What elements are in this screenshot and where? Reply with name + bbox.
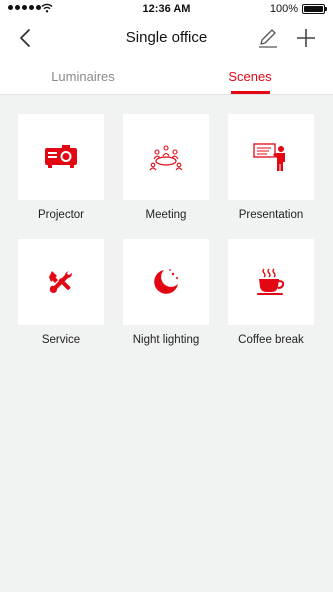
scene-label-meeting: Meeting [145, 209, 187, 221]
service-tools-icon [49, 271, 72, 293]
tab-selected-indicator [231, 91, 270, 94]
meeting-icon [149, 145, 183, 171]
projector-icon [45, 145, 77, 168]
tab-bar: Luminaires Scenes [0, 62, 333, 95]
tab-scenes[interactable]: Scenes [190, 69, 310, 84]
edit-pencil-icon[interactable] [256, 26, 280, 50]
battery-icon [302, 4, 327, 14]
coffee-cup-icon [257, 268, 285, 295]
scene-tile-meeting[interactable] [123, 114, 209, 200]
scene-tile-service[interactable] [18, 239, 104, 325]
scene-label-presentation: Presentation [238, 209, 304, 221]
scene-label-night-lighting: Night lighting [132, 334, 200, 346]
presentation-icon [253, 143, 285, 171]
scene-tile-projector[interactable] [18, 114, 104, 200]
scene-tile-coffee-break[interactable] [228, 239, 314, 325]
navigation-bar: Single office [0, 18, 333, 58]
scene-label-projector: Projector [37, 209, 85, 221]
tab-luminaires[interactable]: Luminaires [23, 69, 143, 84]
battery-percentage: 100% [269, 3, 298, 15]
add-plus-icon[interactable] [294, 26, 318, 50]
moon-icon [154, 269, 178, 294]
status-bar: 12:36 AM 100% [0, 0, 333, 18]
page-title: Single office [125, 29, 208, 46]
scene-tile-night-lighting[interactable] [123, 239, 209, 325]
top-bar: 12:36 AM 100% Single office Luminaires S… [0, 0, 333, 95]
scene-label-service: Service [41, 334, 81, 346]
scene-label-coffee-break: Coffee break [238, 334, 304, 346]
scene-tile-presentation[interactable] [228, 114, 314, 200]
